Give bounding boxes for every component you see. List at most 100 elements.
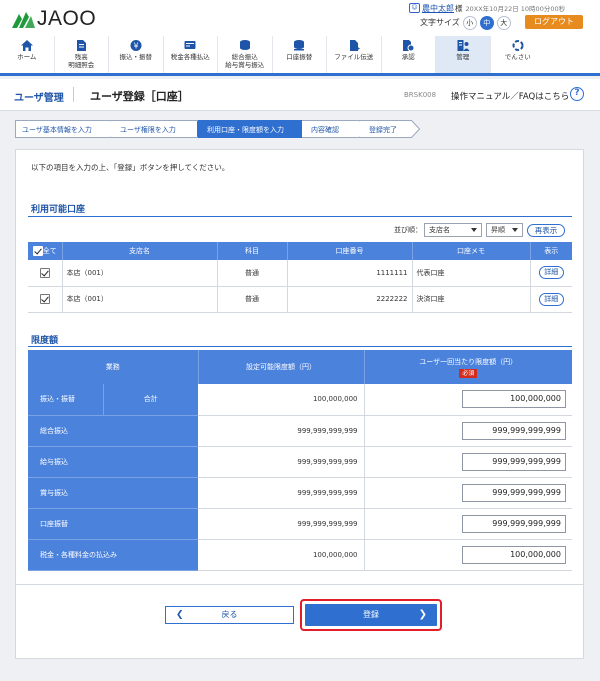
register-button[interactable]: 登録 ❯ (305, 604, 437, 626)
back-button[interactable]: ❮ 戻る (165, 606, 294, 624)
step-arrow-icon (411, 120, 420, 138)
help-icon[interactable]: ? (570, 87, 584, 101)
nav-item-admin[interactable]: 管理 (436, 36, 491, 73)
step-accounts-limits: 利用口座・限度額を入力 (198, 120, 302, 138)
limit-input-cell: 999,999,999,999 (364, 446, 572, 478)
limits-table: 業務 設定可能限度額（円） ユーザ一回当たり限度額（円） 必須 振込・振替 合計… (28, 350, 572, 571)
section-divider (28, 346, 572, 347)
table-row: 給与振込 999,999,999,999 999,999,999,999 (28, 446, 572, 478)
row-checkbox[interactable] (39, 267, 50, 278)
nav-item-transfer[interactable]: ¥ 振込・振替 (109, 36, 164, 73)
nav-item-tax[interactable]: 税金各種払込 (164, 36, 218, 73)
select-all-header[interactable]: 全て (28, 242, 63, 260)
limit-input[interactable]: 999,999,999,999 (462, 421, 566, 440)
business-label: 賞与振込 (28, 477, 198, 509)
font-size-label: 文字サイズ (420, 18, 460, 27)
limits-section-title: 限度額 (31, 336, 59, 346)
screen-code: BRSK008 (404, 91, 437, 99)
nav-label: ファイル伝送 (334, 53, 374, 61)
user-suffix: 様 (455, 3, 463, 13)
memo-cell: 代表口座 (412, 260, 531, 287)
limit-input-cell: 999,999,999,999 (364, 477, 572, 509)
select-all-checkbox[interactable] (32, 246, 43, 256)
logo-mark-icon (12, 12, 35, 28)
nav-item-approval[interactable]: 承認 (382, 36, 436, 73)
row-checkbox-cell[interactable] (28, 286, 63, 313)
accounts-table: 全て 支店名 科目 口座番号 口座メモ 表示 本店（001） 普通 111111… (28, 242, 572, 313)
title-divider (73, 87, 74, 102)
business-label: 口座振替 (28, 508, 198, 540)
action-cell: 詳細 (530, 260, 572, 287)
font-size-medium-button[interactable]: 中 (479, 15, 494, 30)
nav-label: 振込・振替 (119, 53, 153, 61)
chevron-right-icon: ❯ (418, 609, 427, 620)
step-indicator: ユーザ基本情報を入力 ユーザ権限を入力 利用口座・限度額を入力 内容確認 登録完… (15, 120, 435, 138)
max-limit-value: 100,000,000 (198, 384, 365, 416)
table-row: 総合振込 999,999,999,999 999,999,999,999 (28, 415, 572, 447)
col-type: 科目 (217, 242, 288, 260)
nav-item-densai[interactable]: でんさい (491, 36, 546, 73)
logo[interactable]: JAOO (10, 7, 96, 31)
nav-item-bulk-transfer[interactable]: 総合振込 給与賞与振込 (218, 36, 273, 73)
business-sub-label: 合計 (102, 384, 198, 416)
business-label: 総合振込 (28, 415, 198, 447)
section-title: ユーザ管理 (14, 93, 64, 104)
number-cell: 1111111 (287, 260, 413, 287)
row-checkbox-cell[interactable] (28, 260, 63, 287)
nav-label: 承認 (401, 53, 415, 61)
button-divider (16, 584, 583, 585)
business-label: 税金・各種料金の払込み (28, 539, 198, 571)
limit-input[interactable]: 999,999,999,999 (462, 514, 566, 533)
redisplay-button[interactable]: 再表示 (527, 223, 565, 237)
col-business: 業務 (28, 350, 199, 384)
max-limit-value: 100,000,000 (198, 539, 365, 571)
logout-button[interactable]: ログアウト (525, 15, 583, 29)
accounts-section-title: 利用可能口座 (31, 205, 86, 215)
main-nav: ホーム 残高 明細照会 ¥ 振込・振替 税金各種払込 総合振込 給与賞与振込 口… (0, 36, 600, 76)
col-branch: 支店名 (62, 242, 218, 260)
limit-input[interactable]: 999,999,999,999 (462, 483, 566, 502)
step-confirm: 内容確認 (302, 120, 360, 138)
limit-input-cell: 100,000,000 (364, 384, 572, 416)
tax-icon (184, 41, 196, 49)
title-bar: ユーザ管理 ユーザ登録［口座］ BRSK008 操作マニュアル／FAQはこちら … (0, 79, 600, 111)
type-cell: 普通 (217, 260, 288, 287)
limit-input[interactable]: 100,000,000 (462, 545, 566, 564)
branch-cell: 本店（001） (62, 260, 218, 287)
detail-button[interactable]: 詳細 (538, 292, 564, 306)
row-checkbox[interactable] (39, 294, 50, 304)
sort-controls: 並び順： 支店名 昇順 再表示 (394, 223, 565, 237)
nav-item-balance[interactable]: 残高 明細照会 (55, 36, 109, 73)
file-transfer-icon (349, 40, 360, 51)
user-name-link[interactable]: 農中太郎 (422, 3, 454, 14)
action-cell: 詳細 (530, 286, 572, 313)
max-limit-value: 999,999,999,999 (198, 415, 365, 447)
font-size-large-button[interactable]: 大 (496, 15, 511, 30)
header: JAOO ☺ 農中太郎 様 20XX年10月22日 10時00分00秒 文字サイ… (0, 0, 600, 36)
font-size-small-button[interactable]: 小 (462, 15, 477, 30)
table-header-row: 全て 支店名 科目 口座番号 口座メモ 表示 (28, 242, 572, 260)
user-info: ☺ 農中太郎 様 20XX年10月22日 10時00分00秒 (409, 2, 600, 14)
max-limit-value: 999,999,999,999 (198, 508, 365, 540)
detail-button[interactable]: 詳細 (538, 266, 564, 280)
limit-input[interactable]: 999,999,999,999 (462, 452, 566, 471)
sort-order-select[interactable]: 昇順 (486, 223, 523, 237)
nav-item-account-transfer[interactable]: 口座振替 (273, 36, 327, 73)
page-title: ユーザ登録［口座］ (90, 90, 189, 103)
densai-icon (512, 40, 524, 51)
nav-item-file-transfer[interactable]: ファイル伝送 (327, 36, 382, 73)
svg-text:¥: ¥ (133, 42, 138, 51)
chevron-down-icon (471, 228, 477, 232)
limit-input[interactable]: 100,000,000 (462, 390, 566, 409)
nav-item-home[interactable]: ホーム (0, 36, 55, 73)
manual-link[interactable]: 操作マニュアル／FAQはこちら (451, 90, 569, 102)
business-label: 振込・振替 (28, 384, 103, 416)
sort-field-select[interactable]: 支店名 (424, 223, 482, 237)
limit-input-cell: 999,999,999,999 (364, 415, 572, 447)
intro-text: 以下の項目を入力の上、「登録」ボタンを押してください。 (31, 163, 230, 172)
col-action: 表示 (530, 242, 572, 260)
type-cell: 普通 (217, 286, 288, 313)
step-permissions: ユーザ権限を入力 (111, 120, 198, 138)
font-size-selector: 文字サイズ 小 中 大 (420, 14, 514, 31)
col-number: 口座番号 (287, 242, 413, 260)
